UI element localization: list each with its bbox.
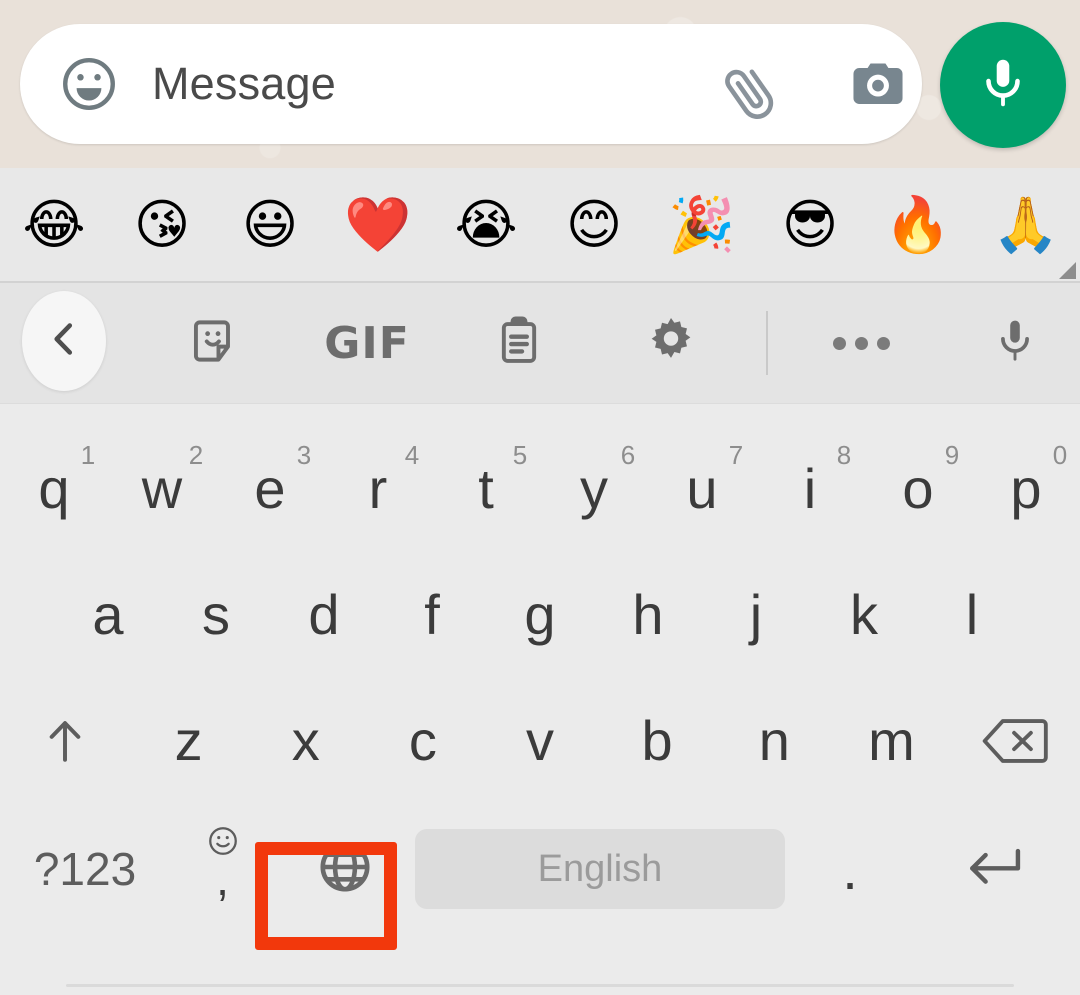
key-l[interactable]: l (918, 556, 1026, 678)
toolbar-clipboard-button[interactable] (464, 283, 574, 403)
message-placeholder-text: Message (152, 58, 336, 109)
voice-record-button[interactable] (940, 22, 1066, 148)
comma-label: , (216, 853, 229, 905)
settings-gear-icon (644, 314, 698, 373)
message-input-field[interactable]: Message (20, 24, 922, 144)
row2-right-pad (1026, 556, 1080, 678)
emoji-suggestion-5[interactable]: 😊 (540, 197, 648, 252)
key-g[interactable]: g (486, 556, 594, 678)
key-q[interactable]: q1 (0, 430, 108, 552)
key-c[interactable]: c (364, 682, 481, 804)
key-r[interactable]: r4 (324, 430, 432, 552)
keyboard-row-4: ?123 , English . (0, 808, 1080, 930)
key-n[interactable]: n (716, 682, 833, 804)
toolbar-sticker-button[interactable] (160, 283, 270, 403)
emoji-suggestion-6[interactable]: 🎉 (648, 197, 756, 252)
key-comma[interactable]: , (170, 808, 275, 930)
resize-handle-icon[interactable] (1059, 262, 1076, 279)
navigation-gesture-bar (66, 984, 1014, 987)
emoji-suggestion-2[interactable]: 😃 (216, 197, 324, 252)
toolbar-divider (766, 311, 768, 375)
key-z[interactable]: z (130, 682, 247, 804)
key-y[interactable]: y6 (540, 430, 648, 552)
keyboard-toolbar: GIF (0, 283, 1080, 404)
sticker-icon (189, 315, 241, 372)
key-period[interactable]: . (785, 808, 915, 930)
emoji-suggestion-bar: 😂 😘 😃 ❤️ 😭 😊 🎉 😎 🔥 🙏 (0, 168, 1080, 283)
key-symbols[interactable]: ?123 (0, 808, 170, 930)
emoji-suggestion-8[interactable]: 🔥 (864, 197, 972, 252)
emoji-suggestion-7[interactable]: 😎 (756, 197, 864, 252)
toolbar-gif-button[interactable]: GIF (312, 283, 422, 403)
key-s[interactable]: s (162, 556, 270, 678)
row2-left-pad (0, 556, 54, 678)
backspace-delete-icon (981, 715, 1049, 772)
key-e[interactable]: e3 (216, 430, 324, 552)
chevron-left-icon (41, 316, 87, 367)
toolbar-more-button[interactable] (806, 283, 916, 403)
globe-language-icon (316, 838, 374, 901)
key-x[interactable]: x (247, 682, 364, 804)
key-u[interactable]: u7 (648, 430, 756, 552)
clipboard-icon (493, 315, 545, 372)
microphone-icon (974, 54, 1032, 117)
key-shift[interactable] (0, 682, 130, 804)
toolbar-back-button[interactable] (22, 291, 106, 391)
key-f[interactable]: f (378, 556, 486, 678)
key-k[interactable]: k (810, 556, 918, 678)
whatsapp-keyboard-screen: Message 😂 😘 😃 ❤️ 😭 😊 🎉 😎 🔥 🙏 GIF q 1 w 2… (0, 0, 1080, 995)
chat-input-bar: Message (0, 0, 1080, 168)
camera-icon[interactable] (835, 44, 921, 124)
key-w[interactable]: w2 (108, 430, 216, 552)
toolbar-settings-button[interactable] (616, 283, 726, 403)
smiley-face-icon[interactable] (56, 51, 122, 117)
paperclip-icon[interactable] (710, 44, 800, 124)
toolbar-voice-button[interactable] (960, 283, 1070, 403)
virtual-keyboard: q1 w2 e3 r4 t5 y6 u7 i8 o9 p0 a s d f g … (0, 404, 1080, 995)
keyboard-row-1: q1 w2 e3 r4 t5 y6 u7 i8 o9 p0 (0, 430, 1080, 552)
key-b[interactable]: b (599, 682, 716, 804)
key-t[interactable]: t5 (432, 430, 540, 552)
key-j[interactable]: j (702, 556, 810, 678)
emoji-suggestion-9[interactable]: 🙏 (972, 197, 1080, 252)
key-language-switch[interactable] (275, 808, 415, 930)
key-p[interactable]: p0 (972, 430, 1080, 552)
key-m[interactable]: m (833, 682, 950, 804)
voice-input-icon (990, 316, 1040, 371)
more-options-icon (832, 336, 890, 350)
emoji-suggestion-0[interactable]: 😂 (0, 197, 108, 252)
enter-return-icon (967, 841, 1029, 898)
keyboard-row-2: a s d f g h j k l (0, 556, 1080, 678)
shift-arrow-up-icon (40, 712, 90, 775)
key-o[interactable]: o9 (864, 430, 972, 552)
key-i[interactable]: i8 (756, 430, 864, 552)
key-a[interactable]: a (54, 556, 162, 678)
spacebar-language-label: English (415, 829, 785, 909)
emoji-suggestion-4[interactable]: 😭 (432, 197, 540, 252)
key-enter[interactable] (915, 808, 1080, 930)
emoji-suggestion-1[interactable]: 😘 (108, 197, 216, 252)
key-d[interactable]: d (270, 556, 378, 678)
keyboard-row-3: z x c v b n m (0, 682, 1080, 804)
key-h[interactable]: h (594, 556, 702, 678)
key-backspace[interactable] (950, 682, 1080, 804)
gif-icon: GIF (324, 317, 410, 369)
key-spacebar[interactable]: English (415, 808, 785, 930)
key-v[interactable]: v (481, 682, 598, 804)
emoji-suggestion-3[interactable]: ❤️ (324, 197, 432, 252)
